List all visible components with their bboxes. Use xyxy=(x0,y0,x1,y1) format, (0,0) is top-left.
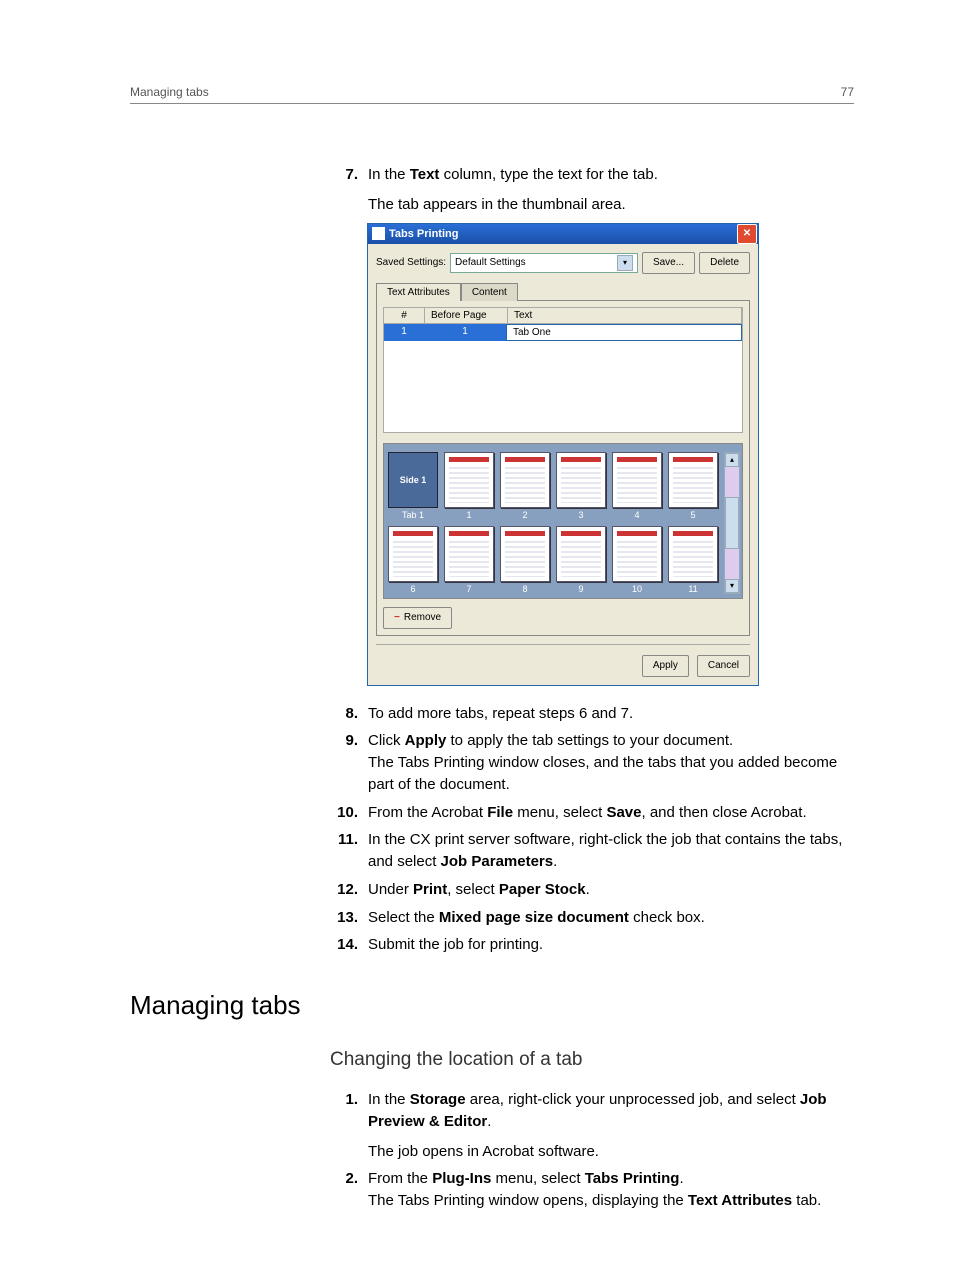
step-8-body: To add more tabs, repeat steps 6 and 7. xyxy=(368,703,854,725)
step-13-num: 13. xyxy=(330,907,368,929)
thumb-5[interactable]: 5 xyxy=(668,452,718,520)
save-button[interactable]: Save... xyxy=(642,252,695,274)
step-10-body: From the Acrobat File menu, select Save,… xyxy=(368,802,854,824)
thumb-9[interactable]: 9 xyxy=(556,526,606,594)
thumb-10[interactable]: 10 xyxy=(612,526,662,594)
step-14-body: Submit the job for printing. xyxy=(368,934,854,956)
delete-button[interactable]: Delete xyxy=(699,252,750,274)
step-11-num: 11. xyxy=(330,829,368,873)
remove-button[interactable]: − Remove xyxy=(383,607,452,629)
col-before-page: Before Page xyxy=(425,308,508,323)
step-b1-num: 1. xyxy=(330,1089,368,1162)
header-page-num: 77 xyxy=(841,85,854,99)
thumb-4[interactable]: 4 xyxy=(612,452,662,520)
saved-settings-combo[interactable]: Default Settings ▾ xyxy=(450,253,638,273)
thumb-scrollbar[interactable]: ▴ ▾ xyxy=(724,452,740,594)
step-8-num: 8. xyxy=(330,703,368,725)
thumb-6[interactable]: 6 xyxy=(388,526,438,594)
app-icon xyxy=(372,227,385,240)
scroll-up-icon[interactable]: ▴ xyxy=(725,453,739,467)
step-7-num: 7. xyxy=(330,164,368,216)
thumb-tab1[interactable]: Side 1 Tab 1 xyxy=(388,452,438,520)
thumb-8[interactable]: 8 xyxy=(500,526,550,594)
chevron-down-icon: ▾ xyxy=(617,255,633,271)
header-left: Managing tabs xyxy=(130,85,209,99)
saved-settings-label: Saved Settings: xyxy=(376,257,446,268)
step-14-num: 14. xyxy=(330,934,368,956)
tabs-printing-screenshot: Tabs Printing ✕ Saved Settings: Default … xyxy=(368,224,758,685)
step-b2-num: 2. xyxy=(330,1168,368,1212)
thumb-3[interactable]: 3 xyxy=(556,452,606,520)
thumb-1[interactable]: 1 xyxy=(444,452,494,520)
step-9-body: Click Apply to apply the tab settings to… xyxy=(368,730,854,795)
step-11-body: In the CX print server software, right-c… xyxy=(368,829,854,873)
heading-managing-tabs: Managing tabs xyxy=(130,990,854,1021)
col-num: # xyxy=(384,308,425,323)
minus-icon: − xyxy=(394,612,400,623)
text-cell-input[interactable]: Tab One xyxy=(506,324,742,341)
thumbnail-area: Side 1 Tab 1 1 2 3 4 5 6 7 8 9 xyxy=(383,443,743,599)
scroll-down-icon[interactable]: ▾ xyxy=(725,579,739,593)
grid-body: 1 1 Tab One xyxy=(383,324,743,433)
tab-text-attributes[interactable]: Text Attributes xyxy=(376,283,461,301)
col-text: Text xyxy=(508,308,742,323)
step-9-num: 9. xyxy=(330,730,368,795)
heading-changing-location: Changing the location of a tab xyxy=(330,1049,854,1071)
tab-content[interactable]: Content xyxy=(461,283,518,301)
step-10-num: 10. xyxy=(330,802,368,824)
titlebar: Tabs Printing ✕ xyxy=(368,224,758,244)
step-12-num: 12. xyxy=(330,879,368,901)
grid-header: # Before Page Text xyxy=(383,307,743,324)
step-13-body: Select the Mixed page size document chec… xyxy=(368,907,854,929)
cancel-button[interactable]: Cancel xyxy=(697,655,750,677)
step-12-body: Under Print, select Paper Stock. xyxy=(368,879,854,901)
step-b2-body: From the Plug-Ins menu, select Tabs Prin… xyxy=(368,1168,854,1212)
thumb-7[interactable]: 7 xyxy=(444,526,494,594)
page-header: Managing tabs 77 xyxy=(130,85,854,104)
close-icon[interactable]: ✕ xyxy=(737,224,757,244)
thumb-11[interactable]: 11 xyxy=(668,526,718,594)
table-row[interactable]: 1 1 Tab One xyxy=(384,324,742,341)
apply-button[interactable]: Apply xyxy=(642,655,689,677)
thumb-2[interactable]: 2 xyxy=(500,452,550,520)
step-b1-body: In the Storage area, right-click your un… xyxy=(368,1089,854,1162)
window-title: Tabs Printing xyxy=(389,228,736,240)
step-7-body: In the Text column, type the text for th… xyxy=(368,164,854,216)
